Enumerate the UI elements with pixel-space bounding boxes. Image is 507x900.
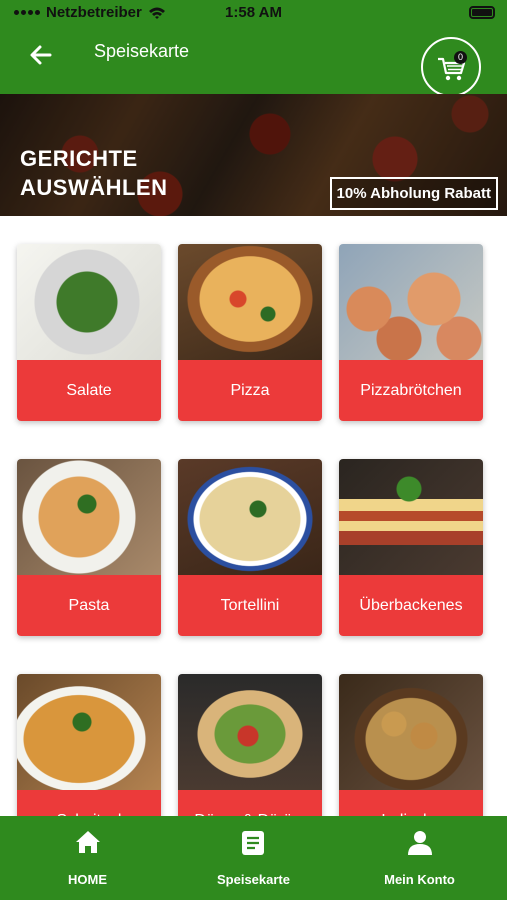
category-label: Döner & Dürüm	[178, 790, 322, 816]
nav-mein-konto-label: Mein Konto	[384, 872, 455, 887]
pizza-rolls-photo	[339, 244, 483, 360]
pasta-photo	[17, 459, 161, 575]
category-label: Indische	[339, 790, 483, 816]
indian-photo	[339, 674, 483, 790]
salad-photo	[17, 244, 161, 360]
clock: 1:58 AM	[225, 4, 282, 21]
lasagna-photo	[339, 459, 483, 575]
category-card-indische[interactable]: Indische	[339, 674, 483, 816]
discount-badge: 10% Abholung Rabatt	[329, 177, 498, 210]
app-header: Speisekarte 0	[0, 26, 507, 97]
category-grid: Salate Pizza Pizzabrötchen Pasta Tortell…	[0, 216, 507, 816]
nav-speisekarte[interactable]: Speisekarte	[169, 816, 338, 900]
menu-document-icon	[242, 831, 264, 855]
home-icon	[76, 831, 100, 853]
back-button[interactable]	[24, 38, 58, 72]
arrow-left-icon	[30, 45, 52, 65]
banner-title: GERICHTE AUSWÄHLEN	[20, 144, 168, 202]
category-card-pizza[interactable]: Pizza	[178, 244, 322, 421]
nav-home[interactable]: HOME	[3, 816, 172, 900]
category-label: Pizza	[178, 360, 322, 421]
category-label: Pasta	[17, 575, 161, 636]
schnitzel-photo	[17, 674, 161, 790]
category-card-doener[interactable]: Döner & Dürüm	[178, 674, 322, 816]
category-card-schnitzel[interactable]: Schnitzel	[17, 674, 161, 816]
status-bar: Netzbetreiber 1:58 AM	[0, 0, 507, 26]
nav-home-label: HOME	[68, 872, 107, 887]
doener-photo	[178, 674, 322, 790]
category-label: Tortellini	[178, 575, 322, 636]
category-card-pizzabroetchen[interactable]: Pizzabrötchen	[339, 244, 483, 421]
banner-title-line2: AUSWÄHLEN	[20, 175, 168, 200]
nav-mein-konto[interactable]: Mein Konto	[335, 816, 504, 900]
category-label: Salate	[17, 360, 161, 421]
pizza-photo	[178, 244, 322, 360]
category-label: Schnitzel	[17, 790, 161, 816]
page-title: Speisekarte	[94, 41, 190, 61]
nav-speisekarte-label: Speisekarte	[217, 872, 290, 887]
banner-title-line1: GERICHTE	[20, 146, 138, 171]
category-label: Überbackenes	[339, 575, 483, 636]
tortellini-photo	[178, 459, 322, 575]
account-icon	[408, 831, 432, 855]
bottom-navigation: HOME Speisekarte Mein Konto	[0, 816, 507, 900]
cart-count-badge: 0	[454, 51, 467, 64]
category-card-salate[interactable]: Salate	[17, 244, 161, 421]
category-card-ueberbackenes[interactable]: Überbackenes	[339, 459, 483, 636]
category-card-pasta[interactable]: Pasta	[17, 459, 161, 636]
hero-banner: GERICHTE AUSWÄHLEN 10% Abholung Rabatt	[0, 94, 507, 216]
category-card-tortellini[interactable]: Tortellini	[178, 459, 322, 636]
battery-icon	[469, 6, 495, 19]
cart-button[interactable]: 0	[421, 37, 481, 97]
category-label: Pizzabrötchen	[339, 360, 483, 421]
